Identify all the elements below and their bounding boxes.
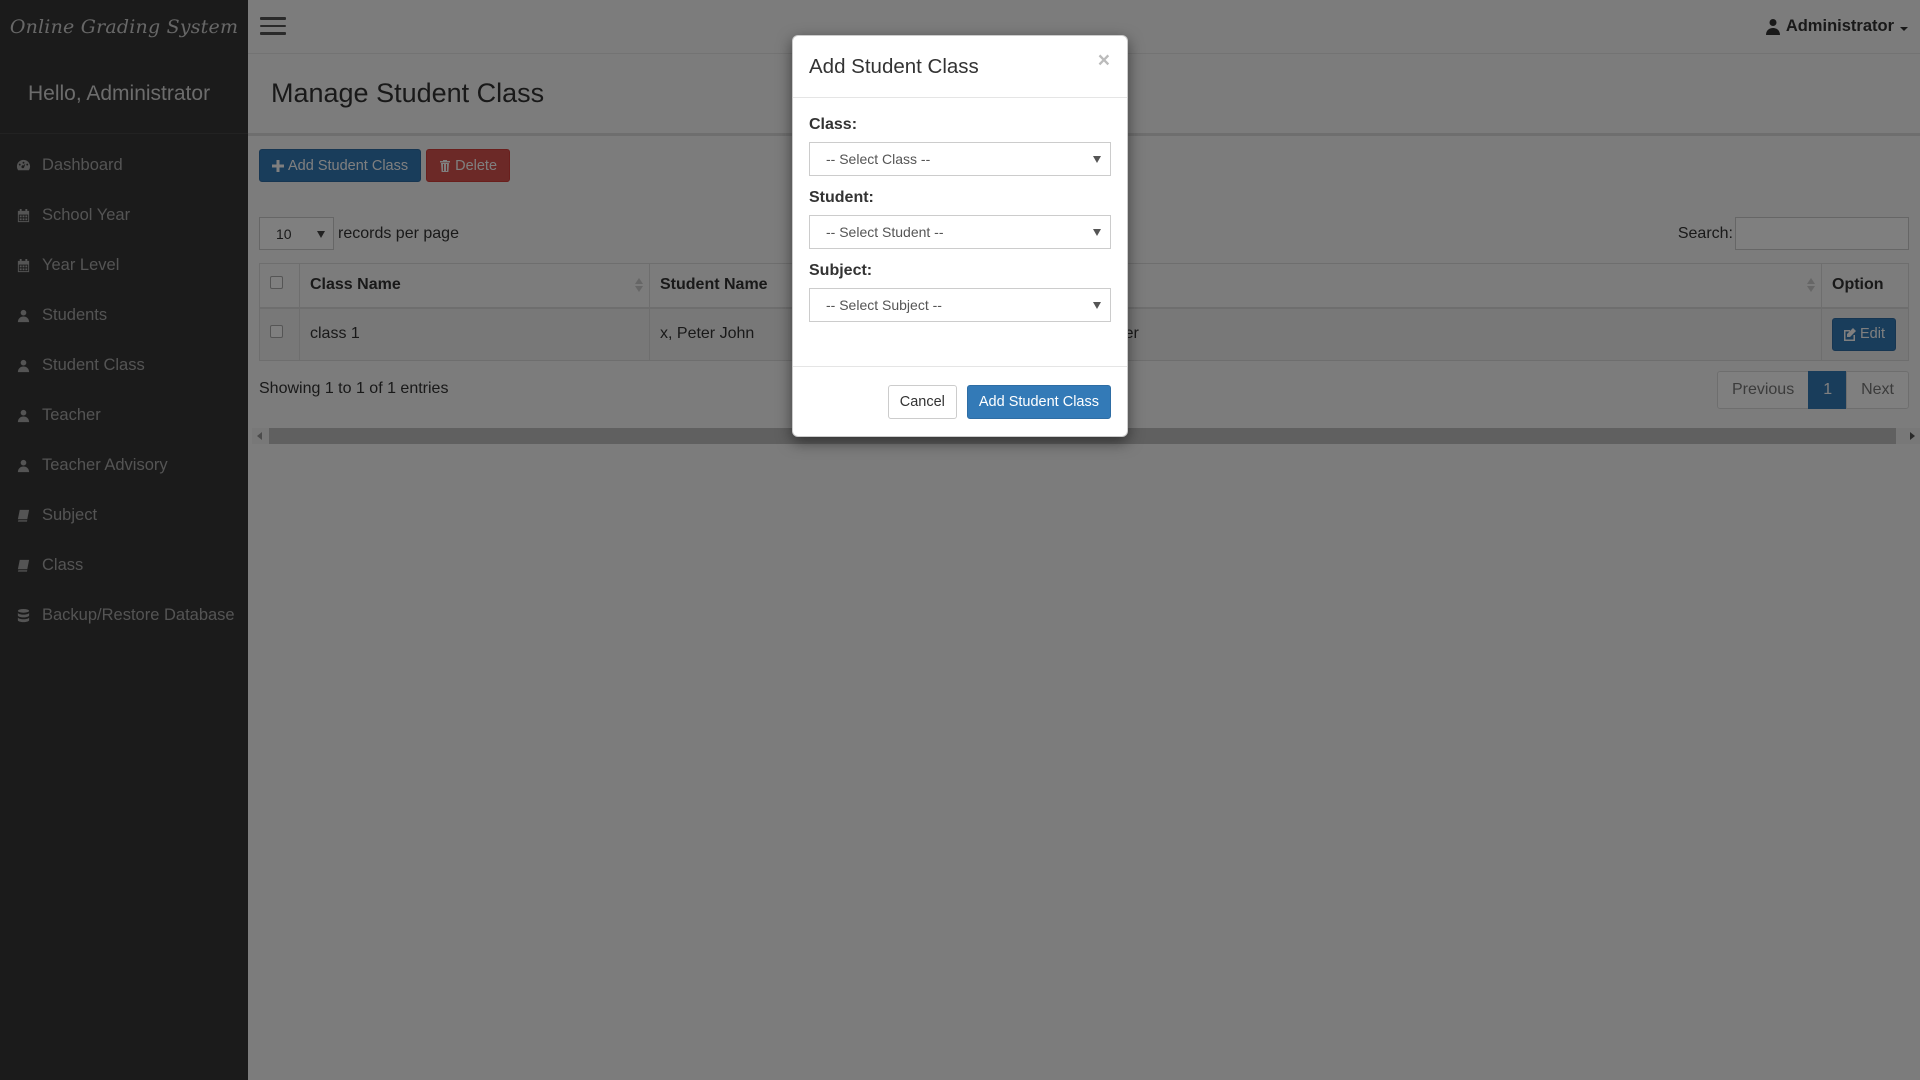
subject-select[interactable]: -- Select Subject -- xyxy=(809,288,1111,322)
dropdown-arrow-icon xyxy=(1093,229,1101,236)
dropdown-arrow-icon xyxy=(1093,156,1101,163)
modal-header: Add Student Class × xyxy=(793,36,1127,98)
student-label: Student: xyxy=(809,189,874,206)
student-select[interactable]: -- Select Student -- xyxy=(809,215,1111,249)
add-student-class-modal: Add Student Class × Class: -- Select Cla… xyxy=(792,35,1128,437)
dropdown-arrow-icon xyxy=(1093,302,1101,309)
submit-button[interactable]: Add Student Class xyxy=(966,384,1111,419)
modal-footer: Cancel Add Student Class xyxy=(793,366,1127,436)
modal-body: Class: -- Select Class -- Student: -- Se… xyxy=(793,98,1127,345)
class-label: Class: xyxy=(809,116,858,133)
class-select[interactable]: -- Select Class -- xyxy=(809,142,1111,176)
student-field-group: Student: -- Select Student -- xyxy=(809,189,1111,249)
modal-title: Add Student Class xyxy=(809,54,979,78)
subject-label: Subject: xyxy=(809,262,873,279)
cancel-button[interactable]: Cancel xyxy=(887,384,957,419)
subject-field-group: Subject: -- Select Subject -- xyxy=(809,262,1111,322)
class-field-group: Class: -- Select Class -- xyxy=(809,116,1111,176)
close-icon[interactable]: × xyxy=(1098,50,1110,71)
